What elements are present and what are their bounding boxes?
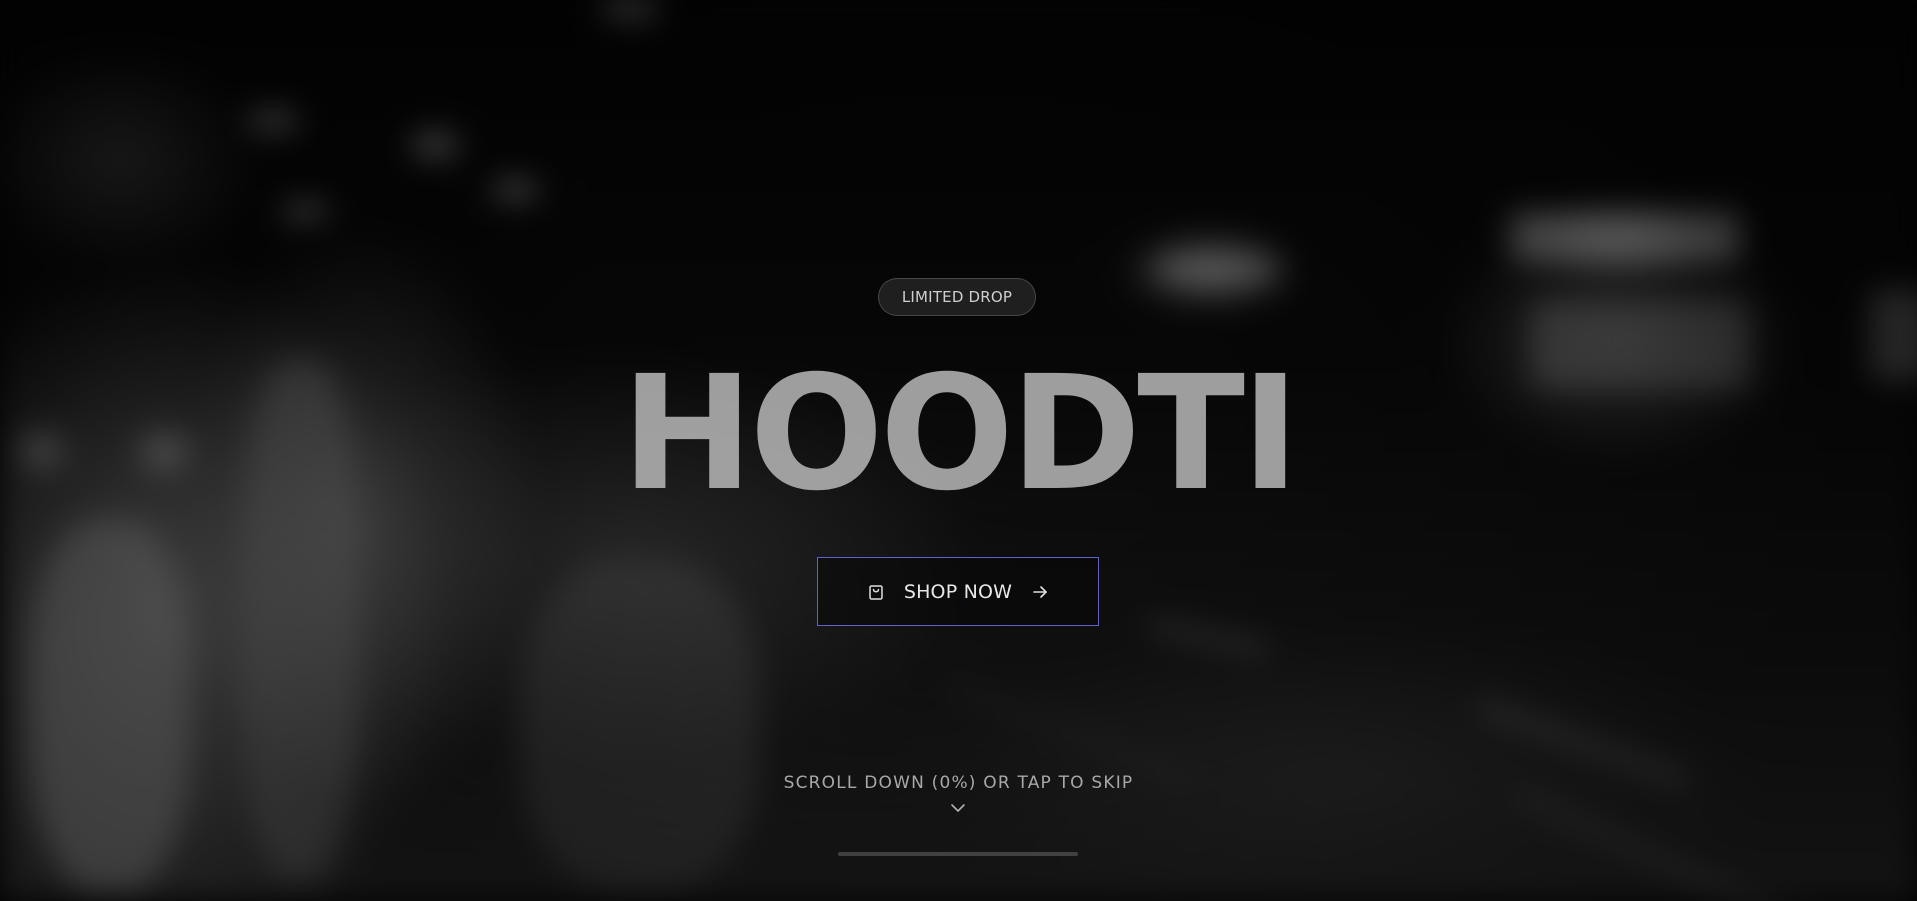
scroll-hint[interactable]: SCROLL DOWN (0%) OR TAP TO SKIP	[0, 773, 1917, 793]
arrow-right-icon	[1030, 582, 1050, 602]
limited-drop-badge: LIMITED DROP	[878, 278, 1036, 316]
scroll-progress-bar	[838, 852, 1078, 856]
brand-title: HOODTI	[621, 342, 1300, 526]
shop-now-button[interactable]: SHOP NOW	[817, 557, 1099, 626]
shopping-bag-icon	[866, 582, 886, 602]
chevron-down-icon[interactable]	[949, 801, 967, 815]
hero-section: LIMITED DROP HOODTI SHOP NOW SCROLL DOWN…	[0, 0, 1917, 901]
shop-now-label: SHOP NOW	[903, 580, 1013, 603]
hero-content: LIMITED DROP HOODTI SHOP NOW SCROLL DOWN…	[0, 0, 1917, 901]
